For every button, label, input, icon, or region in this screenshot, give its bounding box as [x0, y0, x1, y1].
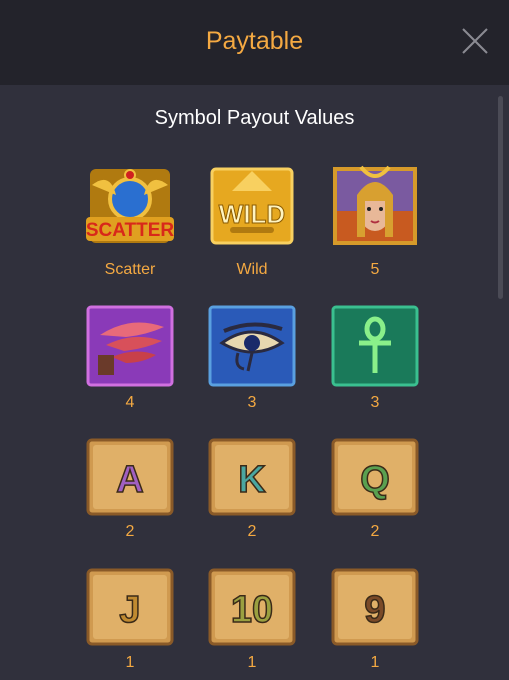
wild-payout-label: Wild: [236, 261, 268, 278]
symbol-grid: SCATTER Scatter WILD Wild 5 4 3 3 A 2 K 2…: [0, 0, 509, 680]
cleopatra-symbol: [331, 165, 419, 247]
number-9-symbol: 9: [331, 566, 419, 648]
card-art-text: A: [116, 459, 143, 501]
eye-of-horus-icon: [208, 305, 296, 387]
scatter-payout-label: Scatter: [104, 261, 156, 278]
wings-icon: [86, 305, 174, 387]
ankh-symbol: [331, 305, 419, 387]
letter-k-symbol: K: [208, 436, 296, 518]
letter-j-icon: J: [86, 568, 174, 646]
wings-symbol: [86, 305, 174, 387]
number-10-symbol: 10: [208, 566, 296, 648]
scatter-symbol: SCATTER: [86, 165, 174, 247]
number-10-payout-label: 1: [247, 654, 257, 671]
card-art-text: K: [238, 459, 266, 501]
ankh-icon: [331, 305, 419, 387]
cleopatra-icon: [333, 165, 417, 245]
letter-a-symbol: A: [86, 436, 174, 518]
number-9-payout-label: 1: [370, 654, 380, 671]
wild-icon: WILD: [210, 167, 294, 245]
wings-payout-label: 4: [125, 394, 135, 411]
cleopatra-payout-label: 5: [370, 261, 380, 278]
card-art-text: 9: [364, 589, 385, 631]
scatter-art-text: SCATTER: [86, 220, 174, 241]
scatter-icon: SCATTER: [86, 169, 174, 243]
card-art-text: Q: [360, 459, 390, 501]
wild-symbol: WILD: [208, 165, 296, 247]
letter-j-payout-label: 1: [125, 654, 135, 671]
letter-a-icon: A: [86, 438, 174, 516]
number-10-icon: 10: [208, 568, 296, 646]
ankh-payout-label: 3: [370, 394, 380, 411]
letter-q-icon: Q: [331, 438, 419, 516]
number-9-icon: 9: [331, 568, 419, 646]
letter-q-payout-label: 2: [370, 523, 380, 540]
letter-j-symbol: J: [86, 566, 174, 648]
eye-of-horus-payout-label: 3: [247, 394, 257, 411]
eye-of-horus-symbol: [208, 305, 296, 387]
card-art-text: 10: [231, 589, 273, 631]
letter-k-payout-label: 2: [247, 523, 257, 540]
letter-a-payout-label: 2: [125, 523, 135, 540]
letter-q-symbol: Q: [331, 436, 419, 518]
letter-k-icon: K: [208, 438, 296, 516]
card-art-text: J: [119, 589, 140, 631]
wild-art-text: WILD: [219, 199, 285, 229]
